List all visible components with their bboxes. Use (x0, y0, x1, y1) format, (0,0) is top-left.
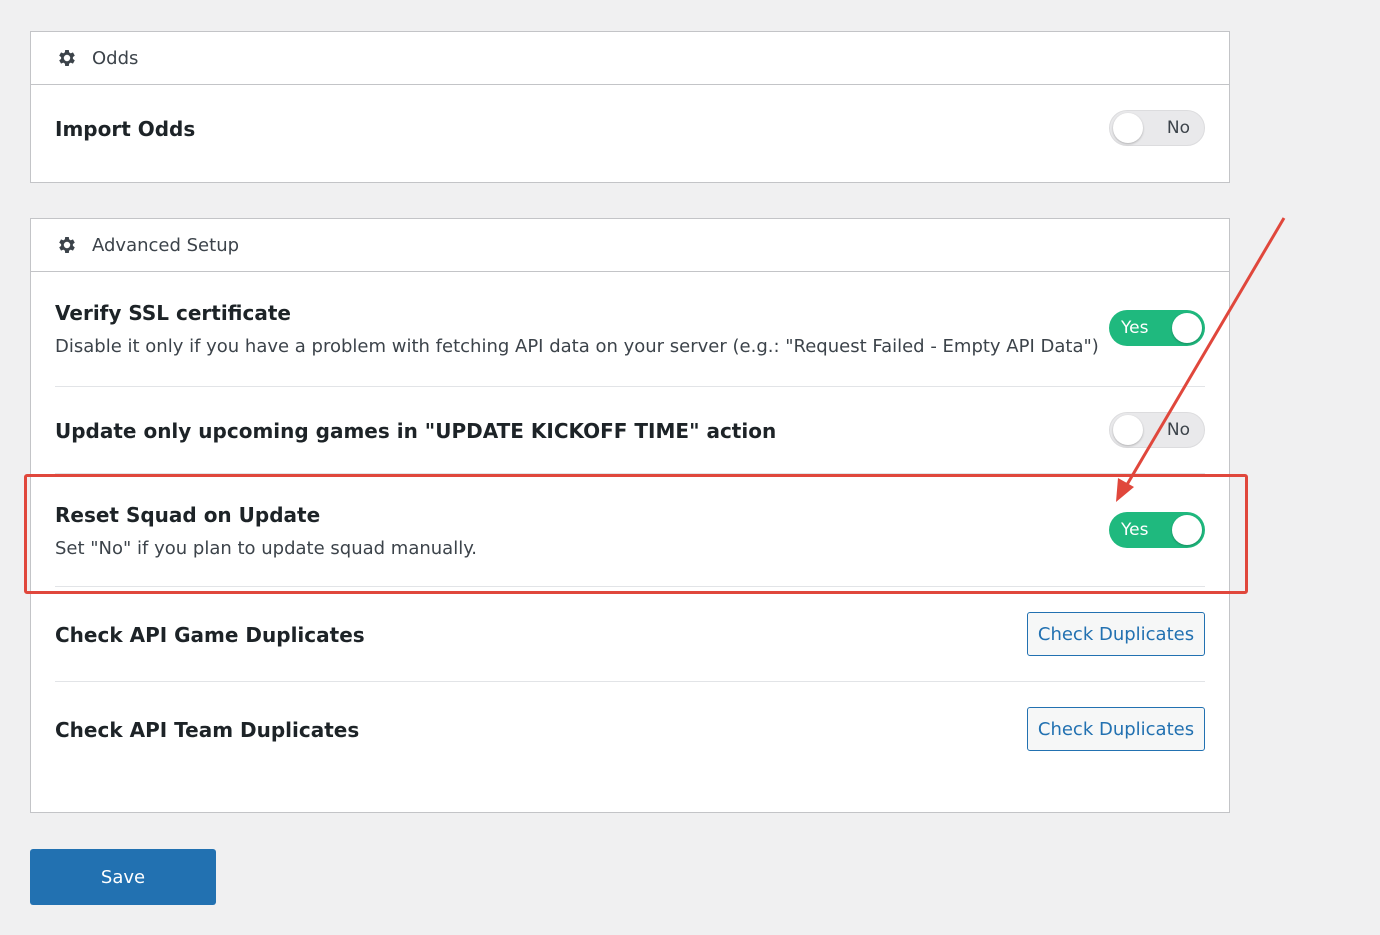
update-upcoming-label: Update only upcoming games in "UPDATE KI… (55, 419, 777, 443)
verify-ssl-label: Verify SSL certificate (55, 301, 291, 325)
reset-squad-label: Reset Squad on Update (55, 503, 321, 527)
check-game-duplicates-row: Check API Game Duplicates Check Duplicat… (55, 612, 1205, 656)
row-divider (55, 586, 1205, 587)
advanced-setup-panel: Advanced Setup Verify SSL certificate Di… (30, 218, 1230, 813)
row-divider (55, 473, 1205, 474)
check-team-duplicates-row: Check API Team Duplicates Check Duplicat… (55, 707, 1205, 751)
reset-squad-description: Set "No" if you plan to update squad man… (55, 538, 478, 559)
odds-panel-title: Odds (92, 47, 139, 69)
advanced-setup-title: Advanced Setup (92, 234, 240, 256)
verify-ssl-description: Disable it only if you have a problem wi… (55, 336, 1099, 357)
gear-icon (56, 47, 78, 69)
toggle-knob (1113, 415, 1143, 445)
toggle-knob (1172, 515, 1202, 545)
verify-ssl-row: Verify SSL certificate Disable it only i… (55, 301, 1205, 361)
update-upcoming-toggle[interactable]: No (1109, 412, 1205, 448)
import-odds-toggle[interactable]: No (1109, 110, 1205, 146)
reset-squad-row: Reset Squad on Update Set "No" if you pl… (55, 503, 1205, 563)
save-button[interactable]: Save (30, 849, 216, 905)
odds-panel: Odds Import Odds No (30, 31, 1230, 183)
check-game-duplicates-button[interactable]: Check Duplicates (1027, 612, 1205, 656)
reset-squad-toggle[interactable]: Yes (1109, 512, 1205, 548)
check-team-duplicates-label: Check API Team Duplicates (55, 718, 360, 742)
verify-ssl-toggle[interactable]: Yes (1109, 310, 1205, 346)
update-upcoming-row: Update only upcoming games in "UPDATE KI… (55, 412, 1205, 448)
toggle-label: Yes (1121, 520, 1149, 540)
odds-panel-header: Odds (31, 32, 1229, 85)
check-team-duplicates-button[interactable]: Check Duplicates (1027, 707, 1205, 751)
toggle-label: No (1166, 118, 1190, 138)
gear-icon (56, 234, 78, 256)
row-divider (55, 386, 1205, 387)
toggle-label: No (1166, 420, 1190, 440)
check-game-duplicates-label: Check API Game Duplicates (55, 623, 365, 647)
advanced-setup-header: Advanced Setup (31, 219, 1229, 272)
toggle-knob (1113, 113, 1143, 143)
import-odds-label: Import Odds (55, 117, 196, 141)
toggle-knob (1172, 313, 1202, 343)
row-divider (55, 681, 1205, 682)
import-odds-row: Import Odds No (55, 110, 1205, 146)
toggle-label: Yes (1121, 318, 1149, 338)
